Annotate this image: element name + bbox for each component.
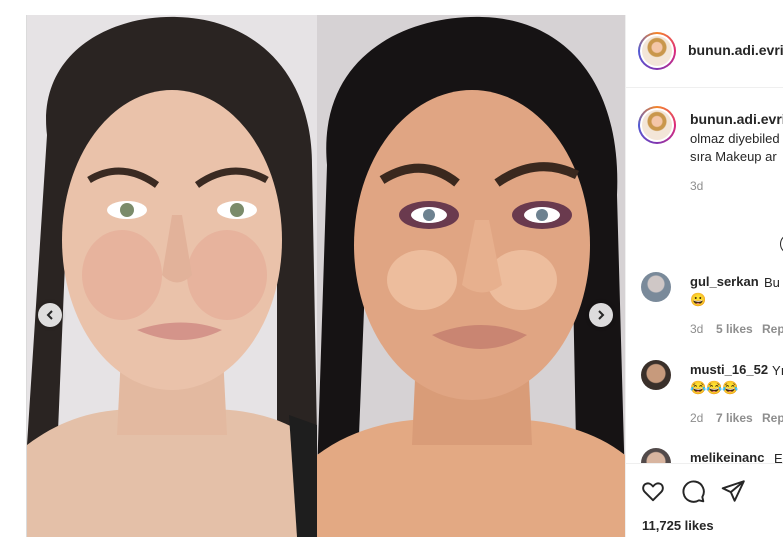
after-photo	[317, 15, 625, 537]
caption-avatar[interactable]	[638, 106, 676, 144]
after-face-illustration	[317, 15, 625, 537]
comment-icon[interactable]	[680, 478, 706, 504]
comment-likes[interactable]: 7 likes	[716, 411, 753, 425]
comment-reply-button[interactable]: Rep	[762, 322, 783, 336]
comment-avatar[interactable]	[641, 360, 671, 390]
comment-time: 3d	[690, 322, 704, 336]
post-media[interactable]	[27, 15, 625, 537]
author-avatar[interactable]	[638, 32, 676, 70]
carousel-prev-button[interactable]	[38, 303, 62, 327]
post-actions-bar: 11,725 likes	[626, 463, 783, 537]
caption-username[interactable]: bunun.adi.evrim	[690, 111, 783, 127]
browser-viewport: bunun.adi.evrim bunun.adi.evrim olmaz di…	[0, 0, 783, 537]
comment-text: Yı	[772, 363, 783, 378]
carousel-next-button[interactable]	[589, 303, 613, 327]
caption-text-line: olmaz diyebiled	[690, 131, 780, 146]
comment-username[interactable]: gul_serkan	[690, 274, 759, 289]
comment-emoji: 😂😂😂	[690, 380, 739, 395]
post-header: bunun.adi.evrim	[626, 15, 783, 88]
caption-text-line: sıra Makeup ar	[690, 149, 777, 164]
instagram-post: bunun.adi.evrim bunun.adi.evrim olmaz di…	[26, 15, 783, 537]
before-photo	[27, 15, 317, 537]
comment-text: Bu	[764, 275, 780, 290]
comment-username[interactable]: musti_16_52	[690, 362, 768, 377]
comment-time: 2d	[690, 411, 704, 425]
heart-icon[interactable]	[640, 478, 666, 504]
likes-count[interactable]: 11,725 likes	[642, 518, 714, 533]
chevron-left-icon	[46, 310, 53, 320]
post-side-panel: bunun.adi.evrim bunun.adi.evrim olmaz di…	[625, 15, 783, 537]
comment-likes[interactable]: 5 likes	[716, 322, 753, 336]
comment-reply-button[interactable]: Rep	[762, 411, 783, 425]
chevron-right-icon	[598, 310, 605, 320]
author-username[interactable]: bunun.adi.evrim	[688, 42, 783, 58]
comment-emoji: 😀	[690, 292, 707, 307]
comment-avatar[interactable]	[641, 272, 671, 302]
before-face-illustration	[27, 15, 317, 537]
send-icon[interactable]	[720, 478, 746, 504]
caption-time: 3d	[690, 179, 704, 193]
